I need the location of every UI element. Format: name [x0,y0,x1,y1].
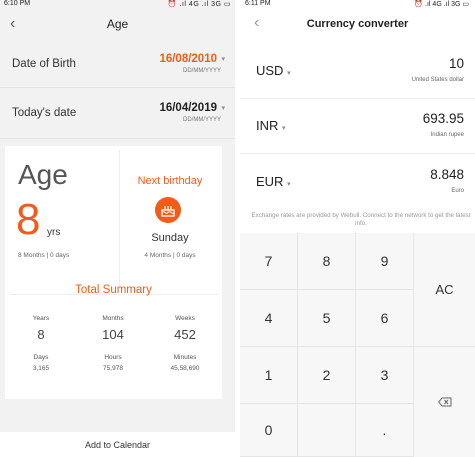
next-birthday-day: Sunday [151,232,189,244]
app-header: ‹ Currency converter [240,9,475,39]
age-result-card: Age 8 yrs 8 Months | 0 days Next birthda… [5,146,222,399]
key-3[interactable]: 3 [356,347,414,404]
currency-amount[interactable]: 693.95 [423,111,464,126]
key-4[interactable]: 4 [240,290,298,347]
key-decimal[interactable]: . [356,404,414,457]
date-of-birth-row[interactable]: Date of Birth 16/08/2010 ▾ DD/MM/YYYY [0,39,235,88]
currency-converter-panel: 6:11 PM ⏰ .ıl 4G .ıl 3G ▭ ‹ Currency con… [240,0,475,457]
summary-hours-label: Hours [104,354,122,361]
status-bar: 6:10 PM ⏰ .ıl 4G .ıl 3G ▭ [0,0,235,9]
next-birthday-detail: 4 Months | 0 days [144,252,196,259]
dropdown-caret-icon: ▾ [287,70,291,77]
backspace-icon [437,397,451,407]
backspace-button[interactable] [414,347,475,457]
page-title: Currency converter [306,18,409,30]
age-heading: Age [18,159,68,190]
currency-name: United States dollar [411,77,464,83]
birthday-cake-icon [155,197,181,223]
summary-months-value: 104 [102,327,124,342]
status-bar: 6:11 PM ⏰ .ıl 4G .ıl 3G ▭ [240,0,475,9]
dropdown-caret-icon: ▾ [221,105,225,112]
summary-months-label: Months [102,315,124,322]
currency-name: Indian rupee [430,132,464,138]
age-detail: 8 Months | 0 days [18,252,70,259]
summary-minutes-label: Minutes [173,354,197,361]
summary-weeks-value: 452 [174,327,196,342]
key-9[interactable]: 9 [356,233,414,290]
key-5[interactable]: 5 [298,290,356,347]
currency-name: Euro [451,188,464,194]
summary-days-label: Days [33,354,49,361]
next-birthday-heading: Next birthday [137,175,203,187]
add-to-calendar-button[interactable]: Add to Calendar [0,440,235,450]
todays-date-row[interactable]: Today's date 16/04/2019 ▾ DD/MM/YYYY [0,88,235,139]
key-6[interactable]: 6 [356,290,414,347]
divider [119,150,120,288]
status-time: 6:10 PM [4,0,31,7]
key-8[interactable]: 8 [298,233,356,290]
summary-weeks-label: Weeks [175,315,195,322]
clear-all-button[interactable]: AC [414,233,475,347]
age-years-value: 8 [16,195,41,244]
currency-amount[interactable]: 10 [449,56,464,71]
bottom-bar: Add to Calendar [0,432,235,457]
currency-row-inr[interactable]: INR ▾ 693.95 Indian rupee [240,99,475,154]
currency-code[interactable]: EUR ▾ [256,174,291,189]
summary-years-label: Years [32,315,50,322]
summary-years-value: 8 [37,327,45,342]
key-blank [298,404,356,457]
currency-row-usd[interactable]: USD ▾ 10 United States dollar [240,44,475,99]
dropdown-caret-icon: ▾ [221,56,225,63]
key-2[interactable]: 2 [298,347,356,404]
todays-date-value[interactable]: 16/04/2019 [159,102,217,114]
app-header: ‹ Age [0,9,235,39]
currency-amount[interactable]: 8.848 [430,167,464,182]
summary-minutes-value: 45,58,690 [170,365,200,372]
status-icons: ⏰ .ıl 4G .ıl 3G ▭ [414,1,469,8]
age-years-unit: yrs [47,227,61,238]
currency-code[interactable]: INR ▾ [256,118,286,133]
date-of-birth-value[interactable]: 16/08/2010 [159,53,217,65]
key-0[interactable]: 0 [240,404,298,457]
date-of-birth-label: Date of Birth [12,58,76,70]
summary-hours-value: 75,978 [103,365,123,372]
age-calculator-panel: 6:10 PM ⏰ .ıl 4G .ıl 3G ▭ ‹ Age Date of … [0,0,235,457]
page-title: Age [106,17,129,31]
date-format-hint: DD/MM/YYYY [182,117,221,123]
dropdown-caret-icon: ▾ [287,181,291,188]
summary-days-value: 3,165 [32,365,50,372]
number-keypad: 7 8 9 4 5 6 1 2 3 0 . AC [240,233,475,457]
date-format-hint: DD/MM/YYYY [182,68,221,74]
key-7[interactable]: 7 [240,233,298,290]
status-icons: ⏰ .ıl 4G .ıl 3G ▭ [167,1,231,8]
status-time: 6:11 PM [245,0,271,7]
currency-row-eur[interactable]: EUR ▾ 8.848 Euro [240,155,475,209]
dropdown-caret-icon: ▾ [282,125,286,132]
currency-code[interactable]: USD ▾ [256,63,291,78]
total-summary-heading: Total Summary [75,284,152,296]
todays-date-label: Today's date [12,107,77,119]
key-1[interactable]: 1 [240,347,298,404]
exchange-rate-note: Exchange rates are provided by Webull. C… [251,212,471,227]
